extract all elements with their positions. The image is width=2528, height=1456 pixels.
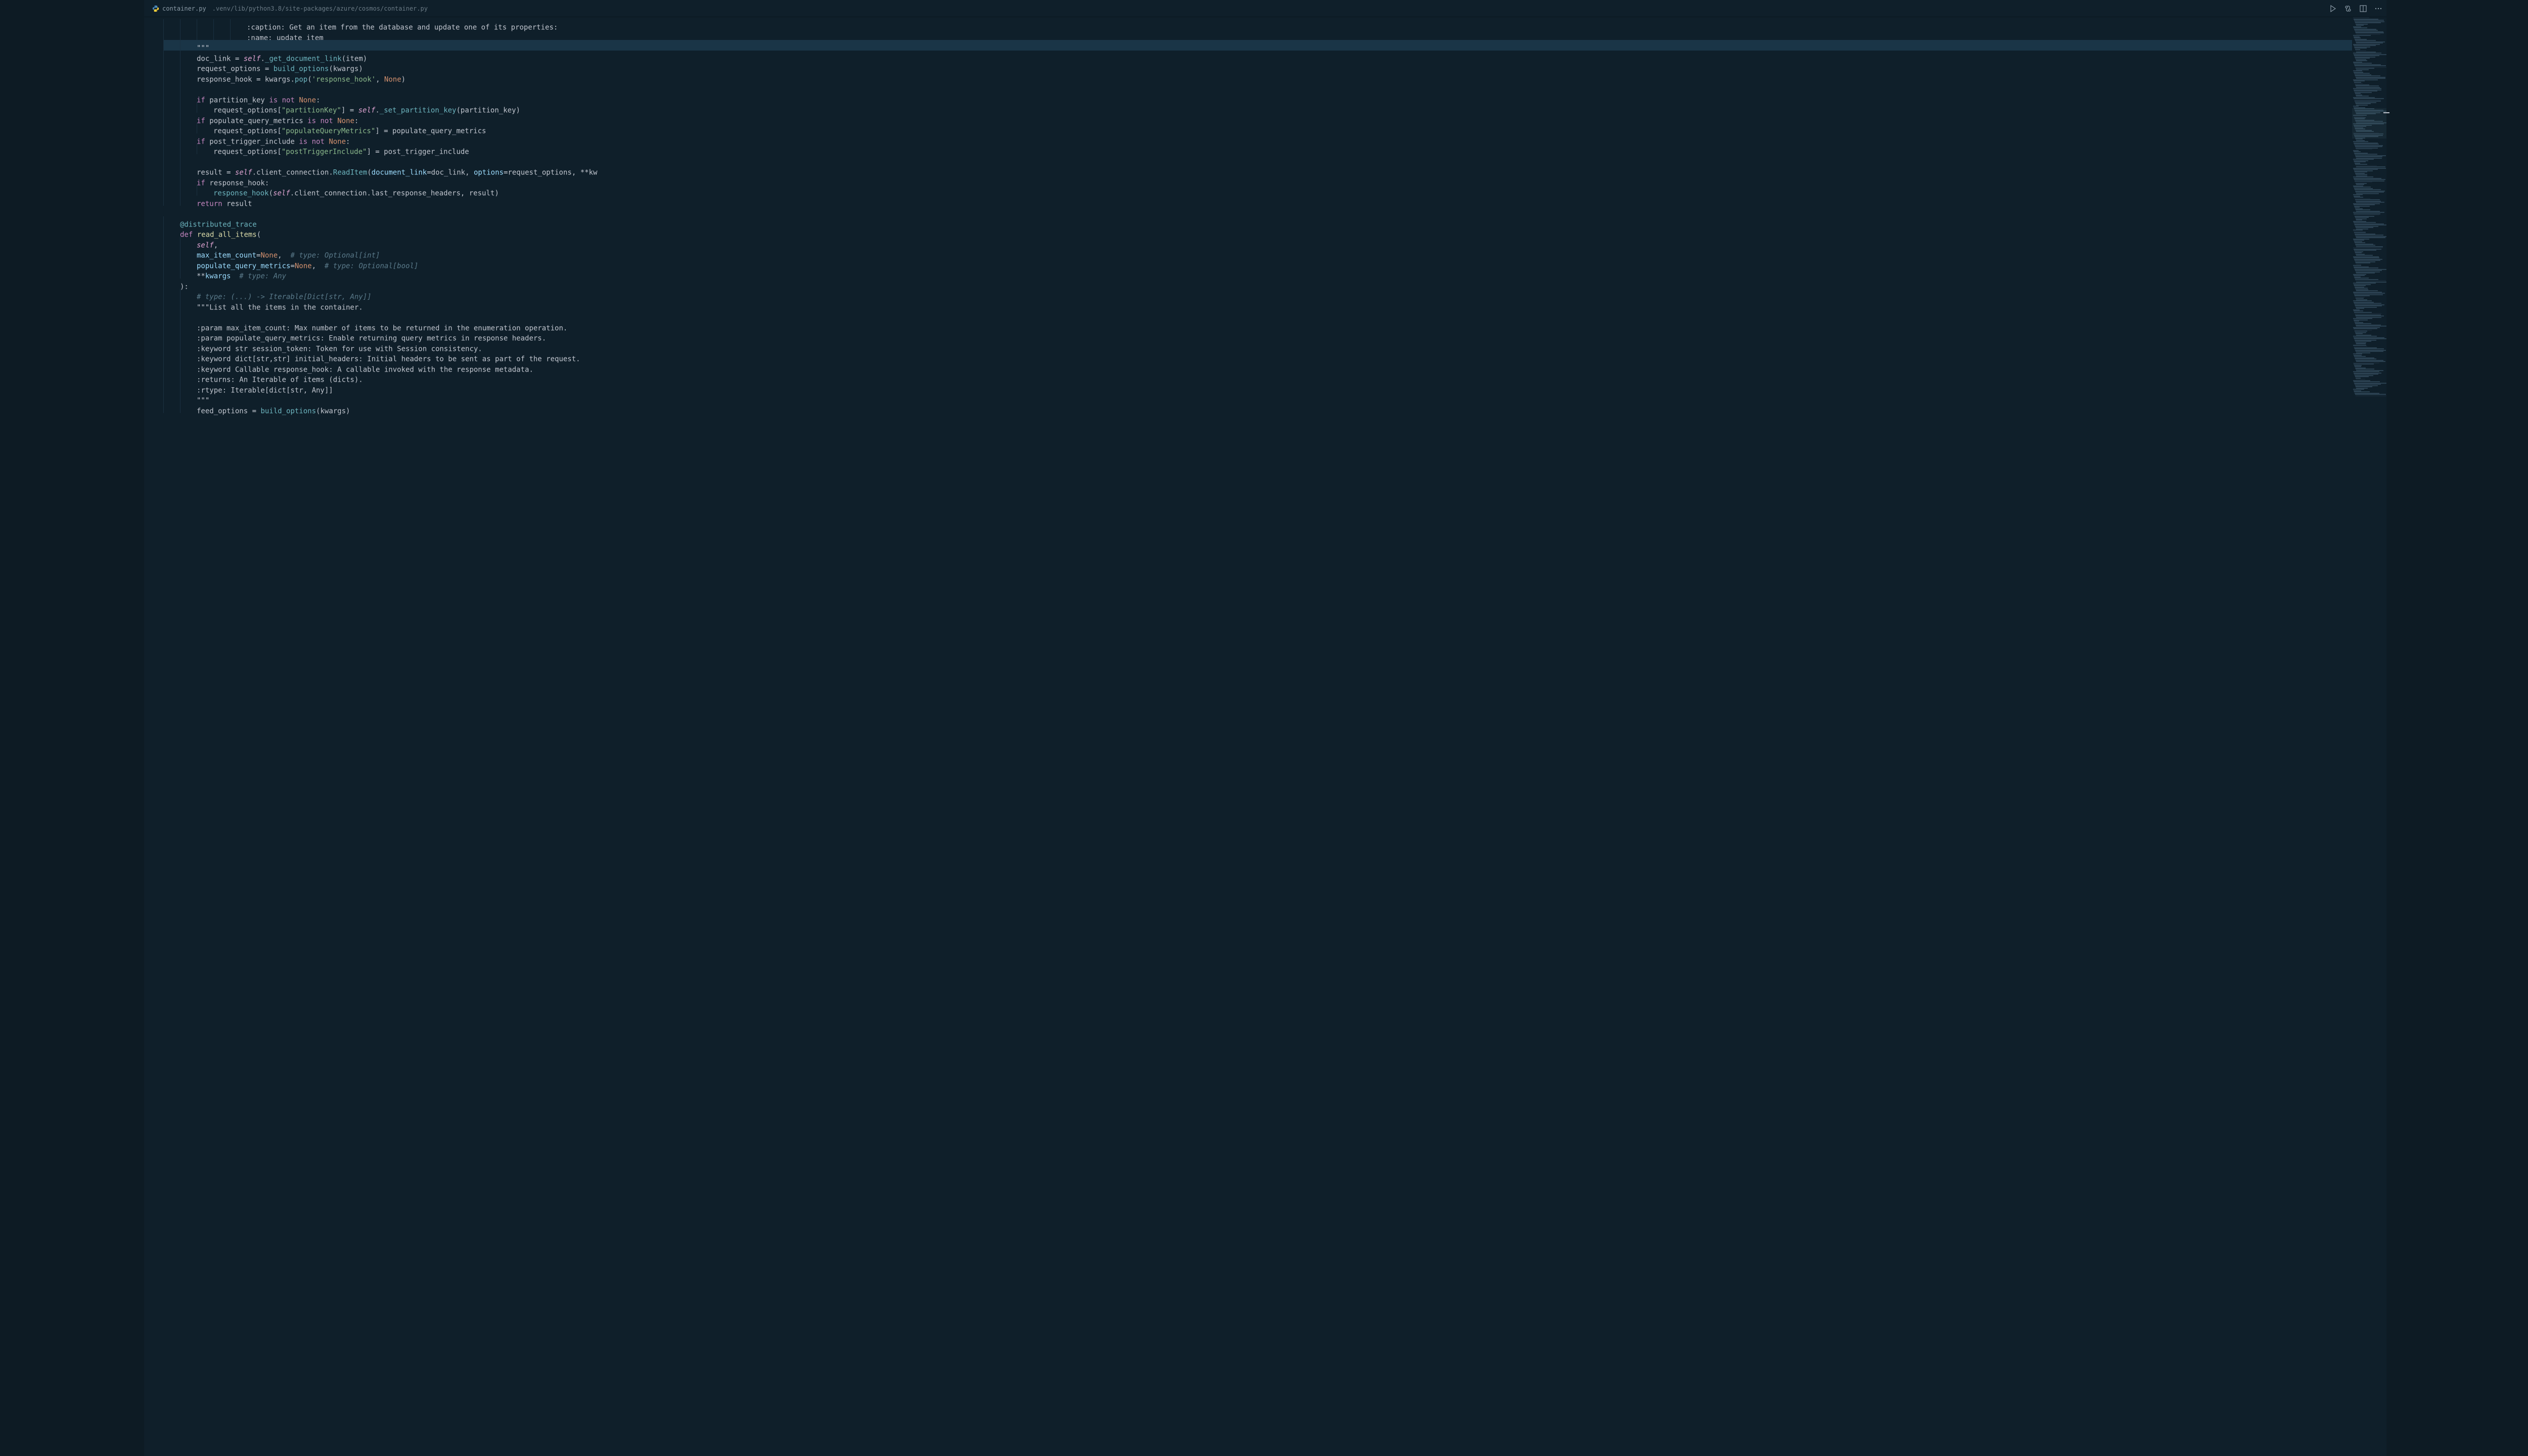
code-line[interactable]: if post_trigger_include is not None: [163, 133, 2386, 144]
diff-icon[interactable] [2344, 5, 2352, 13]
code-line[interactable]: :keyword dict[str,str] initial_headers: … [163, 351, 2386, 361]
code-line[interactable]: request_options["partitionKey"] = self._… [163, 102, 2386, 113]
minimap-viewport[interactable] [2352, 108, 2386, 139]
run-icon[interactable] [2329, 5, 2337, 13]
code-line[interactable]: @distributed_trace [163, 216, 2386, 227]
code-line[interactable] [163, 81, 2386, 92]
code-line[interactable]: request_options["postTriggerInclude"] = … [163, 144, 2386, 154]
breadcrumb-path[interactable]: .venv/lib/python3.8/site-packages/azure/… [212, 5, 428, 12]
code-line[interactable]: """ [163, 40, 2386, 51]
more-icon[interactable] [2374, 5, 2382, 13]
code-line[interactable]: """ [163, 392, 2386, 403]
code-line[interactable]: :name: update_item [163, 30, 2386, 40]
code-content[interactable]: :caption: Get an item from the database … [163, 17, 2386, 1456]
code-line[interactable]: request_options["populateQueryMetrics"] … [163, 123, 2386, 133]
code-line[interactable]: if response_hook: [163, 175, 2386, 186]
code-line[interactable]: **kwargs # type: Any [163, 268, 2386, 279]
code-line[interactable]: :returns: An Iterable of items (dicts). [163, 372, 2386, 382]
code-line[interactable]: :keyword str session_token: Token for us… [163, 341, 2386, 351]
file-tab[interactable]: container.py [148, 0, 210, 17]
tab-actions [2329, 5, 2382, 13]
code-line[interactable]: ): [163, 279, 2386, 289]
code-line[interactable]: def read_all_items( [163, 226, 2386, 237]
code-line[interactable]: result = self.client_connection.ReadItem… [163, 164, 2386, 175]
code-line[interactable]: """List all the items in the container. [163, 299, 2386, 310]
code-line[interactable]: self, [163, 237, 2386, 248]
code-line[interactable]: if partition_key is not None: [163, 92, 2386, 103]
code-line[interactable]: response_hook(self.client_connection.las… [163, 185, 2386, 196]
code-line[interactable]: if populate_query_metrics is not None: [163, 113, 2386, 123]
code-area[interactable]: :caption: Get an item from the database … [144, 17, 2386, 1456]
code-line[interactable]: response_hook = kwargs.pop('response_hoo… [163, 71, 2386, 82]
code-line[interactable]: :param populate_query_metrics: Enable re… [163, 330, 2386, 341]
code-line[interactable]: populate_query_metrics=None, # type: Opt… [163, 258, 2386, 268]
code-line[interactable]: max_item_count=None, # type: Optional[in… [163, 247, 2386, 258]
tab-filename: container.py [162, 5, 206, 12]
code-line[interactable] [163, 309, 2386, 320]
gutter [144, 17, 163, 1456]
tab-bar: container.py .venv/lib/python3.8/site-pa… [144, 0, 2386, 17]
code-line[interactable] [163, 154, 2386, 165]
code-line[interactable]: :caption: Get an item from the database … [163, 19, 2386, 30]
code-line[interactable]: doc_link = self._get_document_link(item) [163, 51, 2386, 61]
split-editor-icon[interactable] [2359, 5, 2367, 13]
code-line[interactable]: # type: (...) -> Iterable[Dict[str, Any]… [163, 289, 2386, 299]
python-icon [152, 5, 159, 12]
code-line[interactable]: feed_options = build_options(kwargs) [163, 403, 2386, 414]
minimap[interactable] [2352, 17, 2386, 1456]
scroll-marker [2383, 112, 2389, 113]
code-line[interactable]: request_options = build_options(kwargs) [163, 61, 2386, 71]
code-line[interactable] [163, 206, 2386, 216]
editor-pane: container.py .venv/lib/python3.8/site-pa… [144, 0, 2386, 1456]
code-line[interactable]: return result [163, 196, 2386, 206]
code-line[interactable]: :keyword Callable response_hook: A calla… [163, 361, 2386, 372]
code-line[interactable]: :param max_item_count: Max number of ite… [163, 320, 2386, 331]
code-line[interactable]: :rtype: Iterable[dict[str, Any]] [163, 382, 2386, 393]
